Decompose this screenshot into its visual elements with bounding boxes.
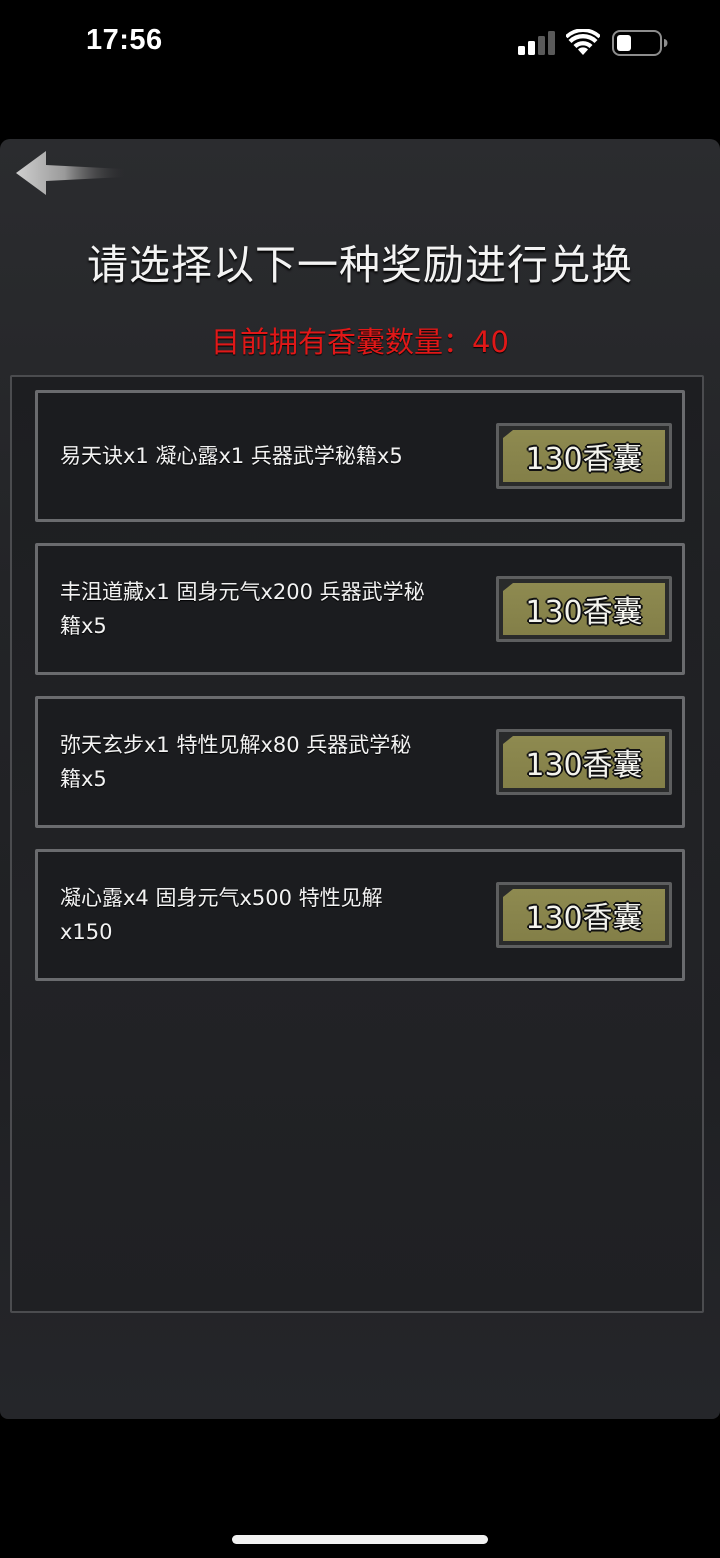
redeem-button-label: 130香囊 [525, 748, 643, 783]
redeem-button-face: 130香囊 [503, 736, 665, 788]
redeem-button[interactable]: 130香囊 [496, 576, 672, 642]
status-bar: 17:56 [0, 0, 720, 90]
redeem-button[interactable]: 130香囊 [496, 729, 672, 795]
reward-item: 凝心露x4 固身元气x500 特性见解 x150 130香囊 [35, 849, 685, 981]
left-arrow-icon [16, 151, 124, 195]
reward-text-line: 籍x5 [60, 614, 107, 638]
reward-item: 易天诀x1 凝心露x1 兵器武学秘籍x5 130香囊 [35, 390, 685, 522]
redeem-button[interactable]: 130香囊 [496, 882, 672, 948]
sachet-count: 目前拥有香囊数量：40 [211, 325, 509, 359]
reward-description: 弥天玄步x1 特性见解x80 兵器武学秘 籍x5 [60, 699, 480, 825]
back-button[interactable] [12, 147, 132, 199]
wifi-icon [566, 29, 600, 55]
redeem-button-face: 130香囊 [503, 430, 665, 482]
reward-text-line: 凝心露x4 固身元气x500 特性见解 [60, 886, 383, 910]
home-indicator[interactable] [232, 1535, 488, 1544]
exchange-panel: 请选择以下一种奖励进行兑换 目前拥有香囊数量：40 易天诀x1 凝心露x1 兵器… [0, 139, 720, 1419]
screen: 17:56 请选择以下一种奖励进行兑换 目前拥有香囊数量：40 易天诀x1 凝心… [0, 0, 720, 1558]
reward-list: 易天诀x1 凝心露x1 兵器武学秘籍x5 130香囊 丰沮道藏x1 固身元气x2… [10, 375, 704, 1313]
reward-description: 易天诀x1 凝心露x1 兵器武学秘籍x5 [60, 393, 480, 519]
reward-item: 弥天玄步x1 特性见解x80 兵器武学秘 籍x5 130香囊 [35, 696, 685, 828]
redeem-button-label: 130香囊 [525, 595, 643, 630]
reward-text-line: 丰沮道藏x1 固身元气x200 兵器武学秘 [60, 580, 425, 604]
reward-description: 丰沮道藏x1 固身元气x200 兵器武学秘 籍x5 [60, 546, 480, 672]
cellular-signal-icon [518, 31, 555, 55]
reward-text-line: 弥天玄步x1 特性见解x80 兵器武学秘 [60, 733, 412, 757]
status-time: 17:56 [86, 24, 163, 56]
redeem-button-face: 130香囊 [503, 583, 665, 635]
reward-text-line: 籍x5 [60, 767, 107, 791]
reward-item: 丰沮道藏x1 固身元气x200 兵器武学秘 籍x5 130香囊 [35, 543, 685, 675]
redeem-button-label: 130香囊 [525, 901, 643, 936]
reward-description: 凝心露x4 固身元气x500 特性见解 x150 [60, 852, 480, 978]
reward-text-line: x150 [60, 920, 113, 944]
page-title: 请选择以下一种奖励进行兑换 [87, 241, 633, 289]
redeem-button-face: 130香囊 [503, 889, 665, 941]
redeem-button-label: 130香囊 [525, 442, 643, 477]
redeem-button[interactable]: 130香囊 [496, 423, 672, 489]
battery-icon [612, 30, 668, 56]
reward-text-line: 易天诀x1 凝心露x1 兵器武学秘籍x5 [60, 444, 403, 468]
